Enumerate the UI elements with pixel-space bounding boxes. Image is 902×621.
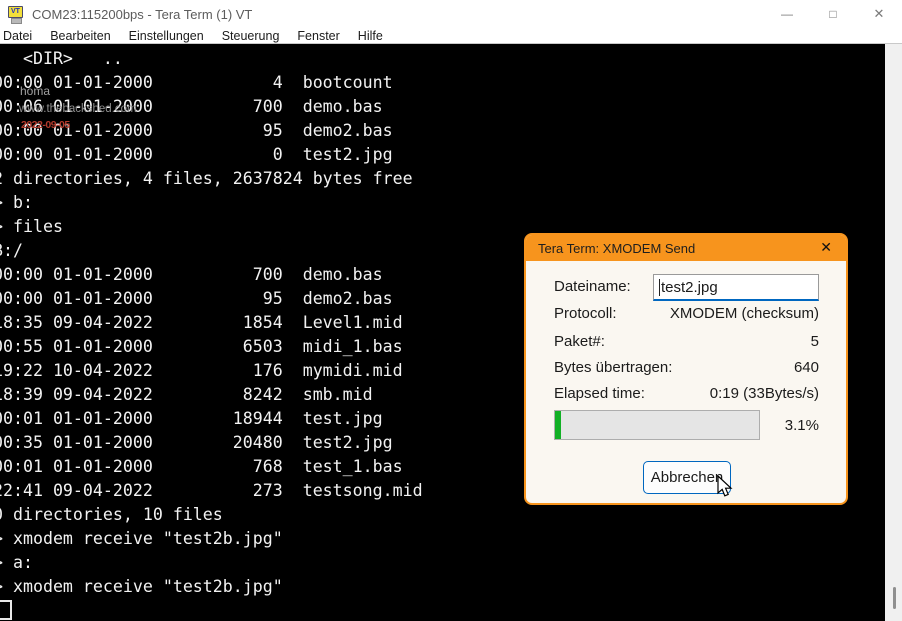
bytes-label: Bytes übertragen: (554, 359, 672, 376)
dialog-titlebar[interactable]: Tera Term: XMODEM Send ✕ (526, 235, 846, 261)
packet-value: 5 (811, 333, 819, 350)
text-caret (659, 279, 660, 296)
window-titlebar: VT COM23:115200bps - Tera Term (1) VT — … (0, 0, 902, 28)
window-title: COM23:115200bps - Tera Term (1) VT (32, 7, 252, 22)
bytes-value: 640 (794, 359, 819, 376)
watermark-url: www.thebackshed.com (19, 103, 137, 115)
tera-term-vt-icon: VT (7, 6, 24, 23)
progress-percent: 3.1% (785, 417, 819, 434)
close-button[interactable]: ✕ (856, 0, 902, 28)
dialog-close-icon[interactable]: ✕ (820, 239, 832, 256)
mouse-cursor-icon (714, 475, 736, 499)
menu-steuerung[interactable]: Steuerung (213, 29, 289, 43)
watermark-text: homa (20, 84, 50, 98)
menu-bar: Datei Bearbeiten Einstellungen Steuerung… (0, 28, 902, 44)
xmodem-send-dialog: Tera Term: XMODEM Send ✕ Dateiname: test… (524, 233, 848, 505)
progress-fill (555, 411, 561, 439)
menu-datei[interactable]: Datei (0, 29, 41, 43)
menu-einstellungen[interactable]: Einstellungen (120, 29, 213, 43)
packet-label: Paket#: (554, 333, 605, 350)
terminal-cursor (0, 600, 12, 620)
dialog-title: Tera Term: XMODEM Send (526, 241, 695, 256)
filename-input[interactable]: test2.jpg (653, 274, 819, 301)
elapsed-label: Elapsed time: (554, 385, 645, 402)
transfer-progressbar (554, 410, 760, 440)
vertical-scrollbar[interactable] (885, 44, 902, 621)
menu-hilfe[interactable]: Hilfe (349, 29, 392, 43)
menu-bearbeiten[interactable]: Bearbeiten (41, 29, 119, 43)
scrollbar-thumb[interactable] (893, 587, 896, 609)
elapsed-value: 0:19 (33Bytes/s) (710, 385, 819, 402)
filename-label: Dateiname: (554, 278, 631, 295)
filename-value: test2.jpg (661, 279, 718, 296)
minimize-button[interactable]: — (764, 0, 810, 28)
window-controls: — □ ✕ (764, 0, 902, 28)
maximize-button[interactable]: □ (810, 0, 856, 28)
menu-fenster[interactable]: Fenster (288, 29, 348, 43)
watermark-date: 2022-09-05 (21, 119, 70, 131)
protocol-label: Protocoll: (554, 305, 617, 322)
protocol-value: XMODEM (checksum) (670, 305, 819, 322)
